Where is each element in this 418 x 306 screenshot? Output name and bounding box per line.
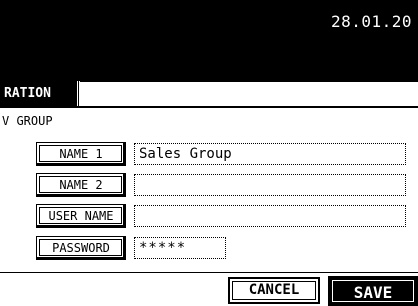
save-button-label: SAVE bbox=[332, 280, 414, 302]
section-title: V GROUP bbox=[2, 114, 53, 128]
tab-registration[interactable]: RATION bbox=[0, 81, 80, 107]
top-bar: 28.01.20 bbox=[0, 0, 418, 82]
tab-divider bbox=[0, 106, 418, 108]
user-name-field[interactable] bbox=[134, 205, 406, 227]
save-button[interactable]: SAVE bbox=[328, 276, 418, 306]
password-field[interactable]: ***** bbox=[134, 237, 226, 259]
password-button-label: PASSWORD bbox=[52, 241, 110, 255]
user-name-button[interactable]: USER NAME bbox=[36, 204, 126, 228]
cancel-button[interactable]: CANCEL bbox=[228, 277, 320, 304]
name2-button-label: NAME 2 bbox=[59, 178, 103, 192]
date-display: 28.01.20 bbox=[330, 12, 412, 31]
footer-divider bbox=[0, 272, 418, 273]
name1-button-label: NAME 1 bbox=[59, 147, 103, 161]
name1-button[interactable]: NAME 1 bbox=[36, 142, 126, 166]
password-button[interactable]: PASSWORD bbox=[36, 236, 126, 260]
name2-button[interactable]: NAME 2 bbox=[36, 173, 126, 197]
name1-field[interactable]: Sales Group bbox=[134, 143, 406, 165]
user-name-button-label: USER NAME bbox=[48, 209, 114, 223]
name2-field[interactable] bbox=[134, 174, 406, 196]
